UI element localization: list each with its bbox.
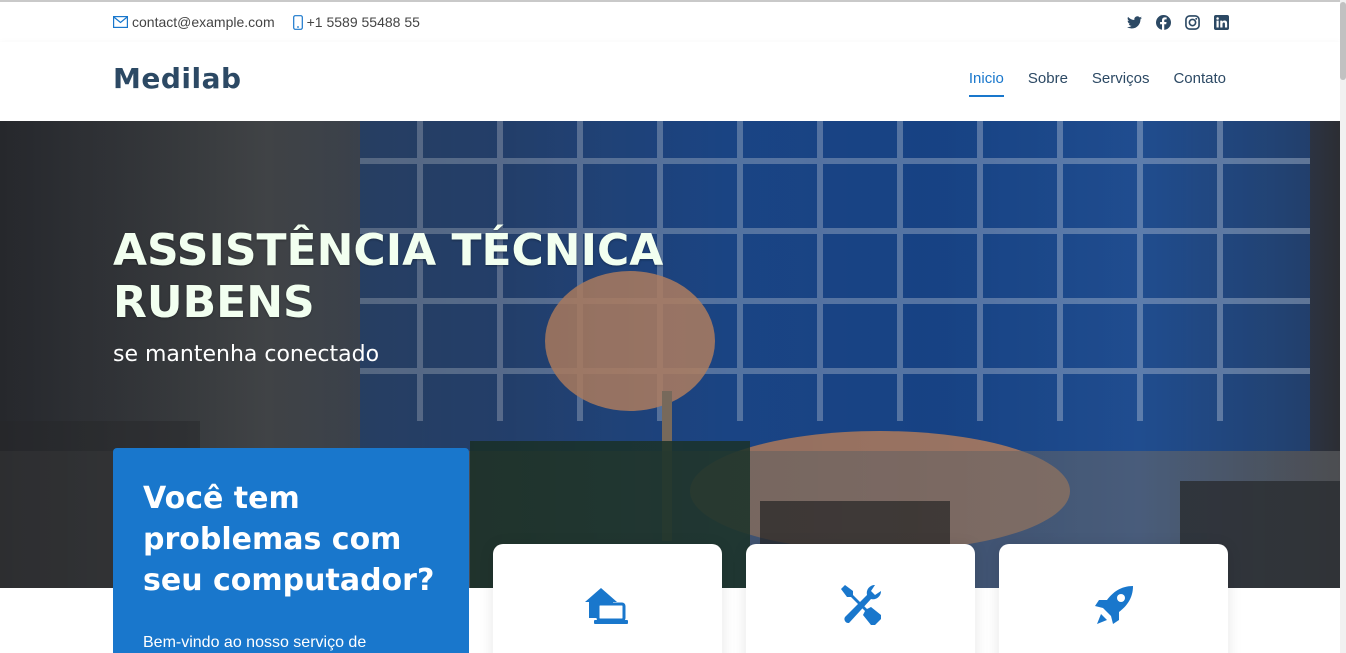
envelope-icon — [113, 16, 128, 28]
rocket-icon — [1089, 582, 1139, 628]
nav-contato[interactable]: Contato — [1173, 70, 1226, 97]
email-contact[interactable]: contact@example.com — [113, 14, 275, 30]
feature-card-rocket — [999, 544, 1228, 653]
scrollbar[interactable] — [1340, 0, 1346, 653]
main-nav: Inicio Sobre Serviços Contato — [945, 70, 1226, 97]
why-us-text: Bem-vindo ao nosso serviço de — [143, 634, 367, 651]
header: Medilab Inicio Sobre Serviços Contato — [0, 42, 1340, 121]
page: contact@example.com +1 5589 55488 55 Med… — [0, 0, 1346, 653]
scrollbar-thumb[interactable] — [1340, 2, 1346, 80]
phone-text: +1 5589 55488 55 — [306, 14, 420, 30]
phone-icon — [292, 14, 303, 30]
feature-card-home-laptop — [493, 544, 722, 653]
phone-contact[interactable]: +1 5589 55488 55 — [292, 14, 420, 30]
home-laptop-icon — [583, 582, 633, 628]
tools-icon — [836, 582, 886, 628]
contact-info: contact@example.com +1 5589 55488 55 — [113, 14, 438, 30]
hero-subtitle: se mantenha conectado — [113, 342, 380, 367]
nav-inicio[interactable]: Inicio — [968, 70, 1004, 97]
facebook-icon[interactable] — [1155, 14, 1171, 30]
why-us-box: Você tem problemas com seu computador? B… — [113, 448, 469, 653]
nav-servicos[interactable]: Serviços — [1092, 70, 1150, 97]
email-text: contact@example.com — [132, 14, 275, 30]
social-links — [1113, 14, 1229, 30]
top-bar: contact@example.com +1 5589 55488 55 — [0, 0, 1340, 42]
nav-sobre[interactable]: Sobre — [1028, 70, 1068, 97]
logo[interactable]: Medilab — [113, 62, 242, 95]
twitter-icon[interactable] — [1126, 14, 1142, 30]
hero-title: ASSISTÊNCIA TÉCNICA RUBENS — [113, 225, 664, 328]
linkedin-icon[interactable] — [1213, 14, 1229, 30]
why-us-heading: Você tem problemas com seu computador? — [143, 481, 435, 598]
feature-card-tools — [746, 544, 975, 653]
instagram-icon[interactable] — [1184, 14, 1200, 30]
